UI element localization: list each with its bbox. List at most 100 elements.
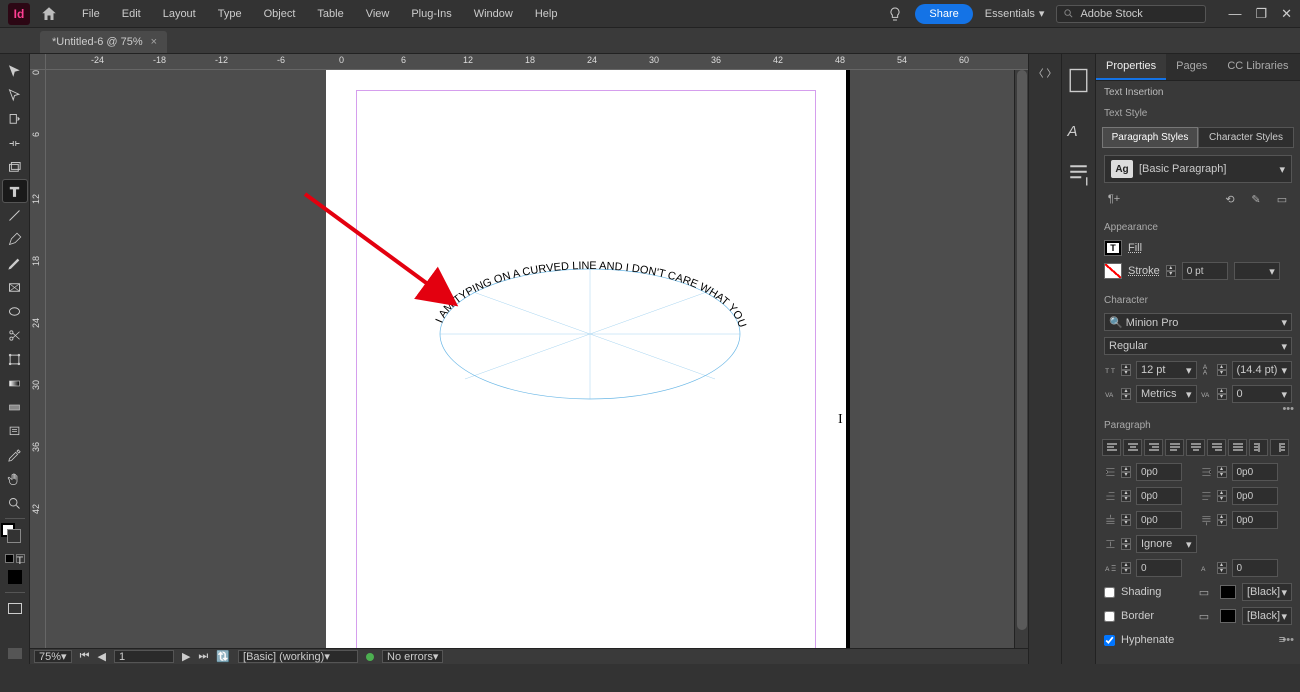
dropcap-chars-field[interactable] [1232, 559, 1278, 577]
shading-options-icon[interactable]: ▭ [1194, 583, 1214, 601]
align-left[interactable] [1102, 439, 1121, 456]
canvas-area[interactable]: -24 -18 -12 -6 0 6 12 18 24 30 36 42 48 … [30, 54, 1028, 664]
ruler-origin[interactable] [30, 54, 46, 70]
menu-plugins[interactable]: Plug-Ins [401, 4, 461, 24]
menu-file[interactable]: File [72, 4, 110, 24]
space-before-field[interactable] [1136, 511, 1182, 529]
fill-stroke-swatch[interactable] [3, 525, 27, 551]
minimize-button[interactable]: — [1228, 6, 1241, 22]
stroke-weight-field[interactable] [1182, 262, 1228, 280]
paragraph-more-icon[interactable]: ••• [1282, 634, 1294, 646]
zoom-select[interactable]: 75% ▾ [34, 650, 72, 663]
apply-color[interactable] [3, 566, 27, 588]
menu-type[interactable]: Type [208, 4, 252, 24]
font-size-field[interactable]: 12 pt▾ [1136, 361, 1197, 379]
scissors-tool[interactable] [3, 324, 27, 346]
page-next-icon[interactable]: ▶ [182, 650, 190, 663]
redefine-style-icon[interactable]: ✎ [1246, 190, 1266, 208]
zoom-tool[interactable] [3, 492, 27, 514]
profile-select[interactable]: [Basic] (working) ▾ [238, 650, 358, 663]
pencil-tool[interactable] [3, 252, 27, 274]
free-transform-tool[interactable] [3, 348, 27, 370]
menu-window[interactable]: Window [464, 4, 523, 24]
border-options-icon[interactable]: ▭ [1194, 607, 1214, 625]
document-tab[interactable]: *Untitled-6 @ 75% × [40, 31, 167, 53]
paragraph-style-select[interactable]: Ag [Basic Paragraph] ▾ [1104, 155, 1292, 183]
tab-character-styles[interactable]: Character Styles [1198, 127, 1294, 148]
close-button[interactable]: ✕ [1281, 6, 1292, 22]
leading-field[interactable]: (14.4 pt)▾ [1232, 361, 1293, 379]
justify-left[interactable] [1165, 439, 1184, 456]
font-family-select[interactable]: 🔍 Minion Pro▾ [1104, 313, 1292, 331]
page-prev-icon[interactable]: ◀ [97, 650, 105, 663]
new-style-icon[interactable]: ¶+ [1104, 190, 1124, 208]
gap-tool[interactable] [3, 132, 27, 154]
tracking-field[interactable]: 0▾ [1232, 385, 1293, 403]
horizontal-ruler[interactable]: -24 -18 -12 -6 0 6 12 18 24 30 36 42 48 … [46, 54, 1028, 70]
border-checkbox[interactable] [1104, 611, 1115, 622]
line-tool[interactable] [3, 204, 27, 226]
font-style-select[interactable]: Regular▾ [1104, 337, 1292, 355]
direct-selection-tool[interactable] [3, 84, 27, 106]
character-panel-icon[interactable]: A [1062, 111, 1095, 144]
clear-overrides-icon[interactable]: ⟲ [1220, 190, 1240, 208]
font-size-spin[interactable]: ▴▾ [1121, 362, 1131, 378]
errors-select[interactable]: No errors ▾ [382, 650, 443, 663]
paragraph-panel-icon[interactable] [1062, 158, 1095, 191]
menu-edit[interactable]: Edit [112, 4, 151, 24]
kerning-field[interactable]: Metrics▾ [1136, 385, 1197, 403]
maximize-button[interactable]: ❐ [1255, 6, 1267, 22]
kerning-spin[interactable]: ▴▾ [1121, 386, 1131, 402]
justify-right[interactable] [1207, 439, 1226, 456]
type-tool[interactable] [3, 180, 27, 202]
align-right[interactable] [1144, 439, 1163, 456]
vertical-ruler[interactable]: 0 6 12 18 24 30 36 42 [30, 54, 46, 664]
screen-mode[interactable] [3, 642, 27, 664]
gradient-swatch-tool[interactable] [3, 372, 27, 394]
tracking-spin[interactable]: ▴▾ [1217, 386, 1227, 402]
align-away-spine[interactable] [1270, 439, 1289, 456]
content-collector-tool[interactable] [3, 156, 27, 178]
tab-cc-libraries[interactable]: CC Libraries [1217, 54, 1298, 80]
workspace-selector[interactable]: Essentials▾ [985, 7, 1045, 20]
justify-all[interactable] [1228, 439, 1247, 456]
path-text[interactable]: I AM TYPING ON A CURVED LINE AND I DON'T… [405, 254, 749, 331]
shading-color-swatch[interactable] [1220, 585, 1236, 599]
stroke-swatch[interactable] [1104, 263, 1122, 279]
lightbulb-icon[interactable] [887, 6, 903, 22]
vertical-scrollbar[interactable] [1014, 70, 1028, 648]
leading-spin[interactable]: ▴▾ [1217, 362, 1227, 378]
view-mode-normal[interactable] [3, 597, 27, 619]
pages-panel-icon[interactable] [1062, 64, 1095, 97]
expand-panels-icon[interactable] [1036, 64, 1054, 82]
selection-tool[interactable] [3, 60, 27, 82]
left-indent-field[interactable] [1136, 463, 1182, 481]
tab-paragraph-styles[interactable]: Paragraph Styles [1102, 127, 1198, 148]
tab-properties[interactable]: Properties [1096, 54, 1166, 80]
open-nav-icon[interactable]: 🔃 [216, 650, 230, 663]
container-format-toggle[interactable]: T [4, 553, 26, 564]
hyphenate-checkbox[interactable] [1104, 635, 1115, 646]
menu-layout[interactable]: Layout [153, 4, 206, 24]
last-line-indent-field[interactable] [1232, 487, 1278, 505]
page-first-icon[interactable]: ⏮ [80, 650, 90, 663]
page-field[interactable]: 1 [114, 650, 174, 663]
home-icon[interactable] [40, 5, 58, 23]
page-tool[interactable] [3, 108, 27, 130]
ellipse-tool[interactable] [3, 300, 27, 322]
align-towards-spine[interactable] [1249, 439, 1268, 456]
dropcap-lines-field[interactable] [1136, 559, 1182, 577]
pen-tool[interactable] [3, 228, 27, 250]
hand-tool[interactable] [3, 468, 27, 490]
space-after-field[interactable] [1232, 511, 1278, 529]
stroke-spin[interactable]: ▴▾ [1166, 263, 1176, 279]
menu-table[interactable]: Table [307, 4, 353, 24]
menu-help[interactable]: Help [525, 4, 568, 24]
stock-search-input[interactable]: Adobe Stock [1056, 5, 1206, 23]
rectangle-frame-tool[interactable] [3, 276, 27, 298]
style-options-icon[interactable]: ▭ [1272, 190, 1292, 208]
right-indent-field[interactable] [1232, 463, 1278, 481]
border-color-select[interactable]: [Black]▾ [1242, 607, 1292, 625]
align-center[interactable] [1123, 439, 1142, 456]
menu-view[interactable]: View [356, 4, 400, 24]
